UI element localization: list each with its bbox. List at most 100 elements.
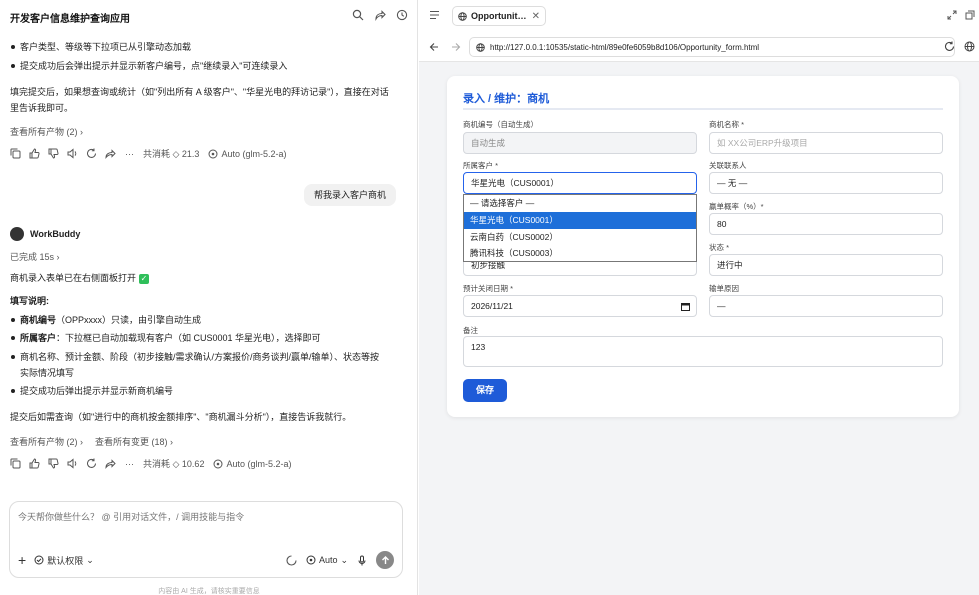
- win-rate-input[interactable]: 80: [709, 213, 943, 235]
- field-label: 赢单概率（%）*: [709, 202, 764, 211]
- reload-icon[interactable]: [944, 41, 955, 52]
- thumbs-down-icon[interactable]: [48, 458, 59, 469]
- microphone-icon[interactable]: [357, 555, 367, 566]
- customer-select[interactable]: 华星光电（CUS0001）: [463, 172, 697, 194]
- thumbs-down-icon[interactable]: [48, 148, 59, 159]
- model-name: Auto (glm-5.2-a): [221, 148, 287, 159]
- model-icon: [212, 458, 223, 469]
- share-icon[interactable]: [373, 8, 386, 21]
- dropdown-option-selected[interactable]: 华星光电（CUS0001）: [464, 211, 696, 229]
- instructions-title: 填写说明:: [10, 296, 49, 306]
- dropdown-option[interactable]: 云南白药（CUS0002）: [464, 229, 696, 246]
- forward-nav-icon[interactable]: [451, 42, 461, 52]
- contact-select[interactable]: — 无 —: [709, 172, 943, 194]
- browser-tabbar: Opportunity_... ✕: [419, 0, 979, 32]
- more-icon[interactable]: ···: [124, 458, 135, 469]
- list-item: 商机名称、预计金额、阶段（初步接触/需求确认/方案报价/商务谈判/赢单/输单）、…: [10, 352, 380, 362]
- copy-icon[interactable]: [10, 458, 21, 469]
- refresh-icon[interactable]: [86, 458, 97, 469]
- globe-icon: [458, 11, 467, 21]
- chevron-down-icon: ⌄: [86, 554, 94, 565]
- chat-input[interactable]: [18, 512, 388, 522]
- model-icon: [306, 555, 316, 565]
- token-cost: 共消耗 ◇ 10.62: [143, 459, 205, 469]
- refresh-icon[interactable]: [86, 148, 97, 159]
- mode-selector[interactable]: Auto ⌄: [306, 555, 348, 566]
- message-text: 填完提交后，如果想查询或统计（如"列出所有 A 级客户"、"华星光电的拜访记录"…: [10, 87, 389, 97]
- dropdown-option[interactable]: 腾讯科技（CUS0003）: [464, 245, 696, 262]
- loading-icon: [286, 554, 297, 566]
- user-message: 帮我录入客户商机: [303, 184, 396, 206]
- list-item: 商机编号（OPPxxxx）只读，由引擎自动生成: [10, 315, 202, 325]
- search-icon[interactable]: [351, 8, 364, 21]
- globe-icon: [476, 42, 485, 52]
- close-icon[interactable]: ✕: [532, 11, 540, 22]
- browser-pane: Opportunity_... ✕ http://127.0.0.1:10535…: [419, 0, 979, 595]
- status-select[interactable]: 进行中: [709, 254, 943, 276]
- message-text: 商机录入表单已在右侧面板打开 ✓: [10, 273, 150, 284]
- message-text: 里告诉我即可。: [10, 103, 74, 113]
- address-bar: http://127.0.0.1:10535/static-html/89e0f…: [419, 32, 979, 62]
- completion-status[interactable]: 已完成 15s ›: [10, 250, 60, 263]
- bot-avatar: [10, 227, 24, 241]
- field-label: 状态 *: [709, 243, 730, 252]
- globe-icon[interactable]: [964, 41, 975, 52]
- chat-pane: 开发客户信息维护查询应用 客户类型、等级等下拉项已从引擎动态加载 提交成功后会弹…: [0, 0, 418, 595]
- popout-icon[interactable]: [965, 10, 975, 20]
- composer: + 默认权限 ⌄ Auto ⌄: [9, 501, 403, 578]
- message-toolbar: ··· 共消耗 ◇ 21.3 Auto (glm-5.2-a): [10, 147, 286, 160]
- bot-header: WorkBuddy: [10, 227, 80, 241]
- list-item: 客户类型、等级等下拉项已从引擎动态加载: [10, 42, 192, 52]
- opportunity-id-field: 自动生成: [463, 132, 697, 154]
- field-label: 所属客户 *: [463, 161, 499, 170]
- view-changes-link[interactable]: 查看所有变更 (18) ›: [95, 435, 173, 448]
- chat-header: 开发客户信息维护查询应用: [0, 0, 417, 32]
- token-cost: 共消耗 ◇ 21.3: [143, 149, 200, 159]
- dropdown-option[interactable]: — 请选择客户 —: [464, 195, 696, 212]
- menu-icon[interactable]: [429, 10, 440, 20]
- thumbs-up-icon[interactable]: [29, 148, 40, 159]
- calendar-icon[interactable]: [681, 302, 690, 311]
- field-label: 关联联系人: [709, 161, 747, 170]
- forward-icon[interactable]: [105, 148, 116, 159]
- add-icon[interactable]: +: [18, 552, 26, 568]
- message-toolbar: ··· 共消耗 ◇ 10.62 Auto (glm-5.2-a): [10, 457, 291, 470]
- expand-icon[interactable]: [947, 10, 957, 20]
- back-icon[interactable]: [429, 42, 439, 52]
- list-item: 所属客户：下拉框已自动加载现有客户（如 CUS0001 华星光电），选择即可: [11, 333, 321, 343]
- bot-name: WorkBuddy: [30, 229, 81, 239]
- app-title: 开发客户信息维护查询应用: [10, 14, 130, 25]
- thumbs-up-icon[interactable]: [29, 458, 40, 469]
- opportunity-name-input[interactable]: 如 XX公司ERP升级项目: [709, 132, 943, 154]
- speaker-icon[interactable]: [67, 458, 78, 469]
- send-button[interactable]: [376, 551, 394, 569]
- view-artifacts-link[interactable]: 查看所有产物 (2) ›: [10, 435, 83, 448]
- model-icon: [207, 148, 218, 159]
- notes-textarea[interactable]: 123: [463, 336, 943, 367]
- form-title: 录入 / 维护：商机: [463, 93, 550, 105]
- chevron-down-icon: ⌄: [340, 554, 348, 565]
- history-icon[interactable]: [395, 8, 408, 21]
- browser-tab[interactable]: Opportunity_... ✕: [452, 6, 546, 26]
- model-name: Auto (glm-5.2-a): [226, 458, 292, 469]
- list-item-continued: 实际情况填写: [20, 368, 75, 378]
- field-label: 商机编号（自动生成）: [463, 120, 538, 129]
- field-label: 输单原因: [709, 284, 739, 293]
- speaker-icon[interactable]: [67, 148, 78, 159]
- loss-reason-select[interactable]: —: [709, 295, 943, 317]
- view-artifacts-link[interactable]: 查看所有产物 (2) ›: [10, 125, 83, 138]
- field-label: 备注: [463, 326, 478, 335]
- list-item: 提交成功后弹出提示并显示新商机编号: [10, 386, 174, 396]
- close-date-input[interactable]: 2026/11/21: [463, 295, 697, 317]
- list-item: 提交成功后会弹出提示并显示新客户编号，点"继续录入"可连续录入: [10, 61, 288, 71]
- permission-selector[interactable]: 默认权限 ⌄: [34, 554, 94, 567]
- url-input[interactable]: http://127.0.0.1:10535/static-html/89e0f…: [469, 37, 955, 57]
- save-button[interactable]: 保存: [463, 379, 507, 402]
- divider: [463, 108, 943, 110]
- more-icon[interactable]: ···: [124, 148, 135, 159]
- check-icon: ✓: [139, 273, 150, 284]
- forward-icon[interactable]: [105, 458, 116, 469]
- copy-icon[interactable]: [10, 148, 21, 159]
- ai-disclaimer: 内容由 AI 生成，请核实重要信息: [158, 588, 260, 595]
- field-label: 商机名称 *: [709, 120, 745, 129]
